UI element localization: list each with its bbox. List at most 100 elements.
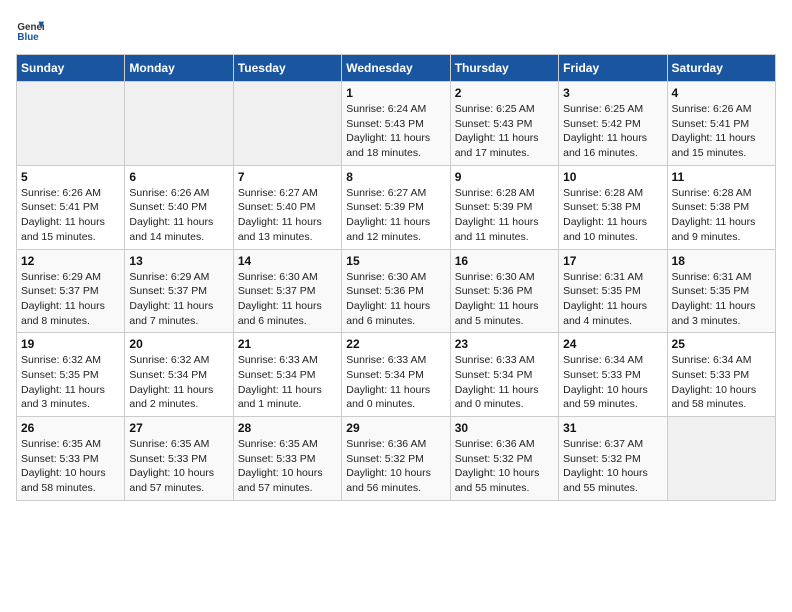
weekday-header: Monday <box>125 55 233 82</box>
calendar-cell: 22 Sunrise: 6:33 AMSunset: 5:34 PMDayligh… <box>342 333 450 417</box>
calendar-cell: 27 Sunrise: 6:35 AMSunset: 5:33 PMDayligh… <box>125 417 233 501</box>
calendar-cell <box>17 82 125 166</box>
day-number: 20 <box>129 337 228 351</box>
calendar-cell: 28 Sunrise: 6:35 AMSunset: 5:33 PMDayligh… <box>233 417 341 501</box>
day-number: 22 <box>346 337 445 351</box>
weekday-header: Sunday <box>17 55 125 82</box>
calendar-cell: 11 Sunrise: 6:28 AMSunset: 5:38 PMDayligh… <box>667 165 775 249</box>
calendar-cell: 3 Sunrise: 6:25 AMSunset: 5:42 PMDaylight… <box>559 82 667 166</box>
calendar-cell: 21 Sunrise: 6:33 AMSunset: 5:34 PMDayligh… <box>233 333 341 417</box>
day-number: 12 <box>21 254 120 268</box>
day-info: Sunrise: 6:31 AMSunset: 5:35 PMDaylight:… <box>672 270 771 329</box>
day-info: Sunrise: 6:36 AMSunset: 5:32 PMDaylight:… <box>455 437 554 496</box>
day-number: 7 <box>238 170 337 184</box>
day-info: Sunrise: 6:28 AMSunset: 5:39 PMDaylight:… <box>455 186 554 245</box>
day-info: Sunrise: 6:36 AMSunset: 5:32 PMDaylight:… <box>346 437 445 496</box>
day-number: 27 <box>129 421 228 435</box>
day-info: Sunrise: 6:24 AMSunset: 5:43 PMDaylight:… <box>346 102 445 161</box>
day-info: Sunrise: 6:34 AMSunset: 5:33 PMDaylight:… <box>672 353 771 412</box>
day-info: Sunrise: 6:33 AMSunset: 5:34 PMDaylight:… <box>346 353 445 412</box>
calendar-cell: 1Sunrise: 6:24 AMSunset: 5:43 PMDaylight… <box>342 82 450 166</box>
calendar-cell: 9 Sunrise: 6:28 AMSunset: 5:39 PMDaylight… <box>450 165 558 249</box>
calendar-cell: 5 Sunrise: 6:26 AMSunset: 5:41 PMDaylight… <box>17 165 125 249</box>
day-number: 14 <box>238 254 337 268</box>
day-number: 26 <box>21 421 120 435</box>
day-info: Sunrise: 6:29 AMSunset: 5:37 PMDaylight:… <box>21 270 120 329</box>
day-info: Sunrise: 6:35 AMSunset: 5:33 PMDaylight:… <box>238 437 337 496</box>
weekday-header: Tuesday <box>233 55 341 82</box>
day-info: Sunrise: 6:26 AMSunset: 5:41 PMDaylight:… <box>672 102 771 161</box>
calendar-cell: 10 Sunrise: 6:28 AMSunset: 5:38 PMDayligh… <box>559 165 667 249</box>
calendar-cell: 25 Sunrise: 6:34 AMSunset: 5:33 PMDayligh… <box>667 333 775 417</box>
logo-icon: General Blue <box>16 16 44 44</box>
day-number: 21 <box>238 337 337 351</box>
day-number: 10 <box>563 170 662 184</box>
day-number: 19 <box>21 337 120 351</box>
day-info: Sunrise: 6:30 AMSunset: 5:36 PMDaylight:… <box>346 270 445 329</box>
day-number: 29 <box>346 421 445 435</box>
day-number: 23 <box>455 337 554 351</box>
calendar-cell: 30Sunrise: 6:36 AMSunset: 5:32 PMDayligh… <box>450 417 558 501</box>
day-info: Sunrise: 6:25 AMSunset: 5:42 PMDaylight:… <box>563 102 662 161</box>
calendar-cell: 4 Sunrise: 6:26 AMSunset: 5:41 PMDaylight… <box>667 82 775 166</box>
day-info: Sunrise: 6:37 AMSunset: 5:32 PMDaylight:… <box>563 437 662 496</box>
day-info: Sunrise: 6:35 AMSunset: 5:33 PMDaylight:… <box>21 437 120 496</box>
day-info: Sunrise: 6:27 AMSunset: 5:39 PMDaylight:… <box>346 186 445 245</box>
day-info: Sunrise: 6:32 AMSunset: 5:35 PMDaylight:… <box>21 353 120 412</box>
calendar-cell: 31 Sunrise: 6:37 AMSunset: 5:32 PMDayligh… <box>559 417 667 501</box>
day-info: Sunrise: 6:27 AMSunset: 5:40 PMDaylight:… <box>238 186 337 245</box>
weekday-header: Wednesday <box>342 55 450 82</box>
calendar-table: SundayMondayTuesdayWednesdayThursdayFrid… <box>16 54 776 501</box>
calendar-cell: 7 Sunrise: 6:27 AMSunset: 5:40 PMDaylight… <box>233 165 341 249</box>
page-header: General Blue <box>16 16 776 44</box>
calendar-cell: 17 Sunrise: 6:31 AMSunset: 5:35 PMDayligh… <box>559 249 667 333</box>
day-number: 15 <box>346 254 445 268</box>
calendar-cell <box>125 82 233 166</box>
calendar-cell: 13Sunrise: 6:29 AMSunset: 5:37 PMDayligh… <box>125 249 233 333</box>
calendar-cell: 14 Sunrise: 6:30 AMSunset: 5:37 PMDayligh… <box>233 249 341 333</box>
day-info: Sunrise: 6:33 AMSunset: 5:34 PMDaylight:… <box>238 353 337 412</box>
day-info: Sunrise: 6:25 AMSunset: 5:43 PMDaylight:… <box>455 102 554 161</box>
calendar-cell: 23 Sunrise: 6:33 AMSunset: 5:34 PMDayligh… <box>450 333 558 417</box>
calendar-cell: 15 Sunrise: 6:30 AMSunset: 5:36 PMDayligh… <box>342 249 450 333</box>
day-number: 11 <box>672 170 771 184</box>
weekday-header: Thursday <box>450 55 558 82</box>
day-number: 25 <box>672 337 771 351</box>
calendar-cell: 24 Sunrise: 6:34 AMSunset: 5:33 PMDayligh… <box>559 333 667 417</box>
calendar-cell: 20 Sunrise: 6:32 AMSunset: 5:34 PMDayligh… <box>125 333 233 417</box>
day-number: 3 <box>563 86 662 100</box>
calendar-cell: 8 Sunrise: 6:27 AMSunset: 5:39 PMDaylight… <box>342 165 450 249</box>
day-number: 2 <box>455 86 554 100</box>
weekday-header: Friday <box>559 55 667 82</box>
day-number: 6 <box>129 170 228 184</box>
calendar-cell: 29 Sunrise: 6:36 AMSunset: 5:32 PMDayligh… <box>342 417 450 501</box>
calendar-week-row: 1Sunrise: 6:24 AMSunset: 5:43 PMDaylight… <box>17 82 776 166</box>
day-number: 5 <box>21 170 120 184</box>
day-info: Sunrise: 6:31 AMSunset: 5:35 PMDaylight:… <box>563 270 662 329</box>
day-number: 17 <box>563 254 662 268</box>
day-number: 8 <box>346 170 445 184</box>
day-info: Sunrise: 6:34 AMSunset: 5:33 PMDaylight:… <box>563 353 662 412</box>
day-info: Sunrise: 6:30 AMSunset: 5:37 PMDaylight:… <box>238 270 337 329</box>
day-number: 9 <box>455 170 554 184</box>
day-number: 28 <box>238 421 337 435</box>
day-number: 16 <box>455 254 554 268</box>
day-info: Sunrise: 6:35 AMSunset: 5:33 PMDaylight:… <box>129 437 228 496</box>
day-info: Sunrise: 6:26 AMSunset: 5:41 PMDaylight:… <box>21 186 120 245</box>
svg-text:Blue: Blue <box>17 32 39 43</box>
calendar-week-row: 26 Sunrise: 6:35 AMSunset: 5:33 PMDayligh… <box>17 417 776 501</box>
day-info: Sunrise: 6:33 AMSunset: 5:34 PMDaylight:… <box>455 353 554 412</box>
day-number: 24 <box>563 337 662 351</box>
day-info: Sunrise: 6:28 AMSunset: 5:38 PMDaylight:… <box>563 186 662 245</box>
day-info: Sunrise: 6:32 AMSunset: 5:34 PMDaylight:… <box>129 353 228 412</box>
day-info: Sunrise: 6:29 AMSunset: 5:37 PMDaylight:… <box>129 270 228 329</box>
calendar-cell: 12 Sunrise: 6:29 AMSunset: 5:37 PMDayligh… <box>17 249 125 333</box>
calendar-cell: 16 Sunrise: 6:30 AMSunset: 5:36 PMDayligh… <box>450 249 558 333</box>
day-info: Sunrise: 6:28 AMSunset: 5:38 PMDaylight:… <box>672 186 771 245</box>
day-number: 31 <box>563 421 662 435</box>
day-number: 4 <box>672 86 771 100</box>
calendar-cell: 2 Sunrise: 6:25 AMSunset: 5:43 PMDaylight… <box>450 82 558 166</box>
day-info: Sunrise: 6:26 AMSunset: 5:40 PMDaylight:… <box>129 186 228 245</box>
calendar-week-row: 19 Sunrise: 6:32 AMSunset: 5:35 PMDayligh… <box>17 333 776 417</box>
day-info: Sunrise: 6:30 AMSunset: 5:36 PMDaylight:… <box>455 270 554 329</box>
